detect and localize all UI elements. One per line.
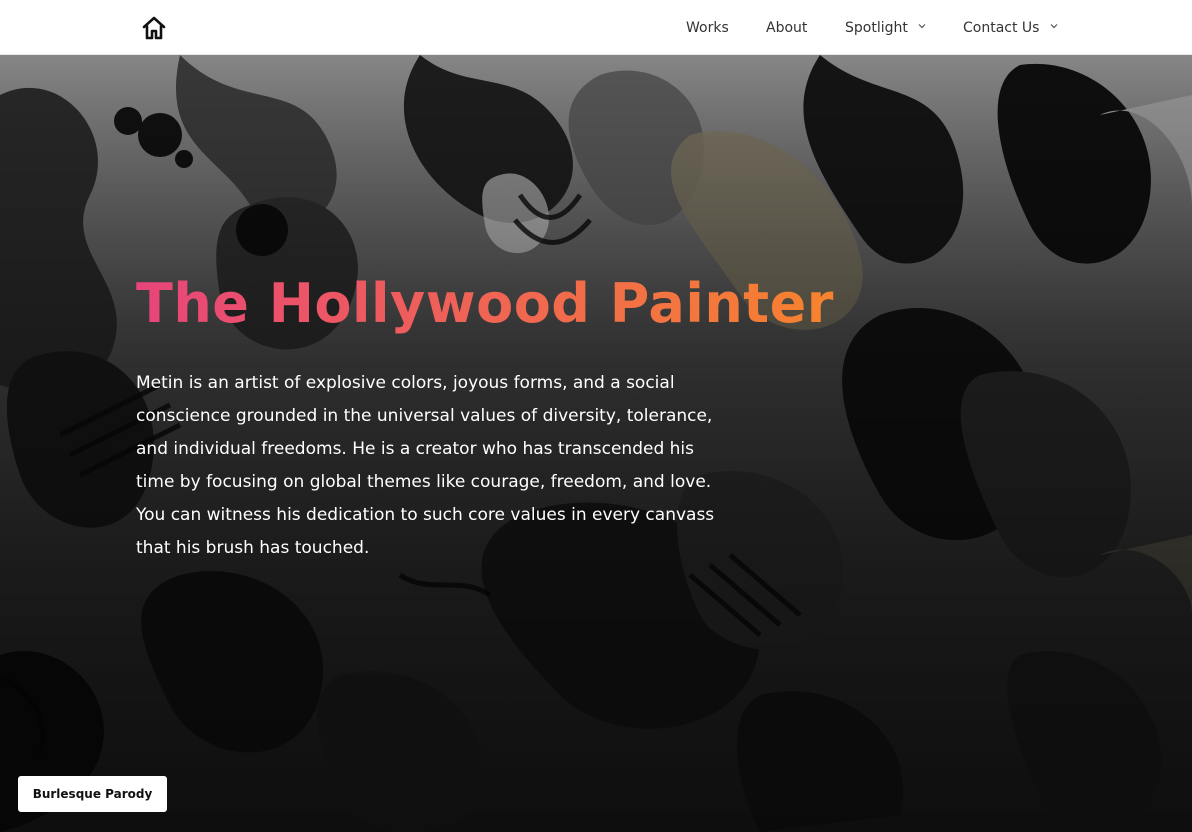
nav-item-label: About: [766, 20, 808, 36]
nav-item-spotlight[interactable]: Spotlight: [845, 19, 926, 37]
nav-item-label: Spotlight: [845, 20, 908, 36]
nav-item-label: Contact Us: [963, 20, 1040, 36]
nav-item-about[interactable]: About: [766, 19, 807, 37]
top-navbar: Works About Spotlight Contact Us: [0, 0, 1192, 55]
hero-description: Metin is an artist of explosive colors, …: [136, 373, 715, 558]
home-link[interactable]: [140, 14, 168, 42]
nav-item-label: Works: [686, 20, 729, 36]
chevron-down-icon: [918, 24, 926, 29]
nav-item-works[interactable]: Works: [686, 19, 729, 37]
artwork-title-button[interactable]: Burlesque Parody: [18, 776, 167, 812]
nav-item-contact-us[interactable]: Contact Us: [963, 19, 1058, 37]
hero-section: The Hollywood Painter Metin is an artist…: [0, 55, 1192, 832]
chevron-down-icon: [1050, 24, 1058, 29]
home-icon: [142, 16, 166, 40]
hero-title: The Hollywood Painter: [136, 269, 834, 339]
